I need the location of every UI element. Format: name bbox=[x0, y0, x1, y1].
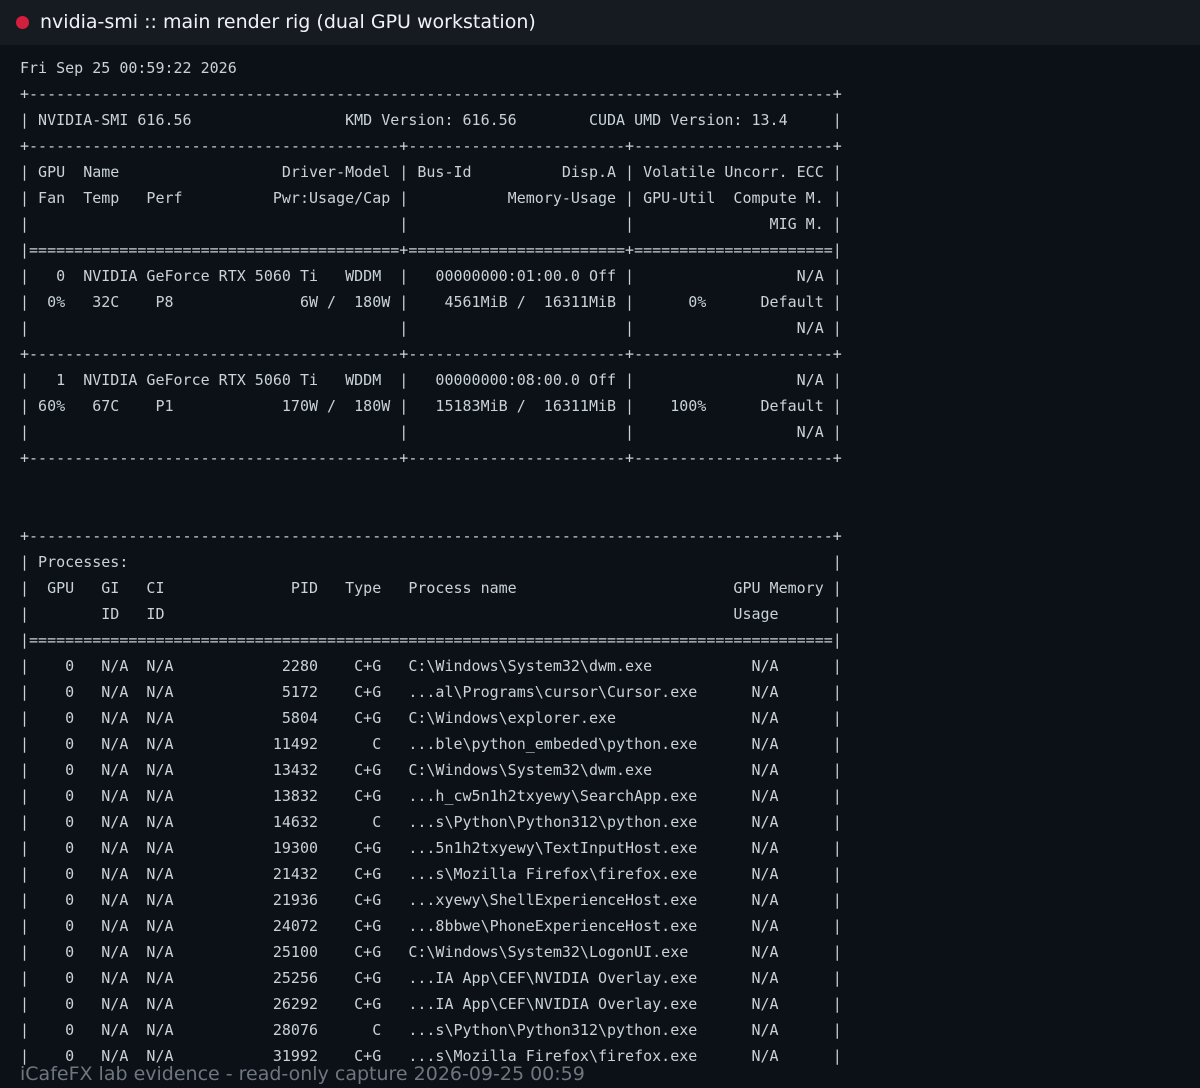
terminal-line: | 0 N/A N/A 5172 C+G ...al\Programs\curs… bbox=[20, 683, 842, 701]
window-title: nvidia-smi :: main render rig (dual GPU … bbox=[40, 11, 536, 33]
terminal-line: | 0 N/A N/A 19300 C+G ...5n1h2txyewy\Tex… bbox=[20, 839, 842, 857]
terminal-line: +---------------------------------------… bbox=[20, 85, 842, 103]
terminal-line: | | | N/A | bbox=[20, 423, 842, 441]
terminal-line: +---------------------------------------… bbox=[20, 449, 842, 467]
terminal-line: | 0 N/A N/A 21432 C+G ...s\Mozilla Firef… bbox=[20, 865, 842, 883]
terminal-line: Fri Sep 25 00:59:22 2026 bbox=[20, 59, 237, 77]
terminal-line: | 60% 67C P1 170W / 180W | 15183MiB / 16… bbox=[20, 397, 842, 415]
terminal-line: | GPU Name Driver-Model | Bus-Id Disp.A … bbox=[20, 163, 842, 181]
terminal-output: Fri Sep 25 00:59:22 2026 +---------------… bbox=[20, 55, 1160, 1069]
terminal-line: +---------------------------------------… bbox=[20, 527, 842, 545]
footer-caption: iCafeFX lab evidence - read-only capture… bbox=[20, 1063, 585, 1085]
terminal-line: | 0 N/A N/A 24072 C+G ...8bbwe\PhoneExpe… bbox=[20, 917, 842, 935]
terminal-line: | 0 N/A N/A 13432 C+G C:\Windows\System3… bbox=[20, 761, 842, 779]
terminal-line: | Fan Temp Perf Pwr:Usage/Cap | Memory-U… bbox=[20, 189, 842, 207]
terminal-line: | | | N/A | bbox=[20, 319, 842, 337]
terminal-line: +---------------------------------------… bbox=[20, 345, 842, 363]
record-dot-icon bbox=[16, 16, 29, 29]
terminal-line: | 0% 32C P8 6W / 180W | 4561MiB / 16311M… bbox=[20, 293, 842, 311]
terminal-line: | 0 N/A N/A 26292 C+G ...IA App\CEF\NVID… bbox=[20, 995, 842, 1013]
terminal-line: | 0 N/A N/A 28076 C ...s\Python\Python31… bbox=[20, 1021, 842, 1039]
terminal-line: | 0 N/A N/A 25256 C+G ...IA App\CEF\NVID… bbox=[20, 969, 842, 987]
terminal-line: | ID ID Usage | bbox=[20, 605, 842, 623]
terminal-line: | Processes: | bbox=[20, 553, 842, 571]
terminal-line: |=======================================… bbox=[20, 631, 842, 649]
terminal-line: | 0 N/A N/A 13832 C+G ...h_cw5n1h2txyewy… bbox=[20, 787, 842, 805]
terminal-line: | NVIDIA-SMI 616.56 KMD Version: 616.56 … bbox=[20, 111, 842, 129]
terminal-line: | 0 N/A N/A 11492 C ...ble\python_embede… bbox=[20, 735, 842, 753]
terminal-line: | GPU GI CI PID Type Process name GPU Me… bbox=[20, 579, 842, 597]
title-bar: nvidia-smi :: main render rig (dual GPU … bbox=[0, 0, 1200, 45]
terminal-line: | 0 N/A N/A 25100 C+G C:\Windows\System3… bbox=[20, 943, 842, 961]
terminal-line: | 1 NVIDIA GeForce RTX 5060 Ti WDDM | 00… bbox=[20, 371, 842, 389]
terminal-line: | 0 N/A N/A 14632 C ...s\Python\Python31… bbox=[20, 813, 842, 831]
terminal-line: |=======================================… bbox=[20, 241, 842, 259]
terminal-line: | 0 NVIDIA GeForce RTX 5060 Ti WDDM | 00… bbox=[20, 267, 842, 285]
terminal-line: +---------------------------------------… bbox=[20, 137, 842, 155]
terminal-line: | | | MIG M. | bbox=[20, 215, 842, 233]
terminal-line: | 0 N/A N/A 21936 C+G ...xyewy\ShellExpe… bbox=[20, 891, 842, 909]
terminal-line: | 0 N/A N/A 5804 C+G C:\Windows\explorer… bbox=[20, 709, 842, 727]
terminal-line: | 0 N/A N/A 2280 C+G C:\Windows\System32… bbox=[20, 657, 842, 675]
